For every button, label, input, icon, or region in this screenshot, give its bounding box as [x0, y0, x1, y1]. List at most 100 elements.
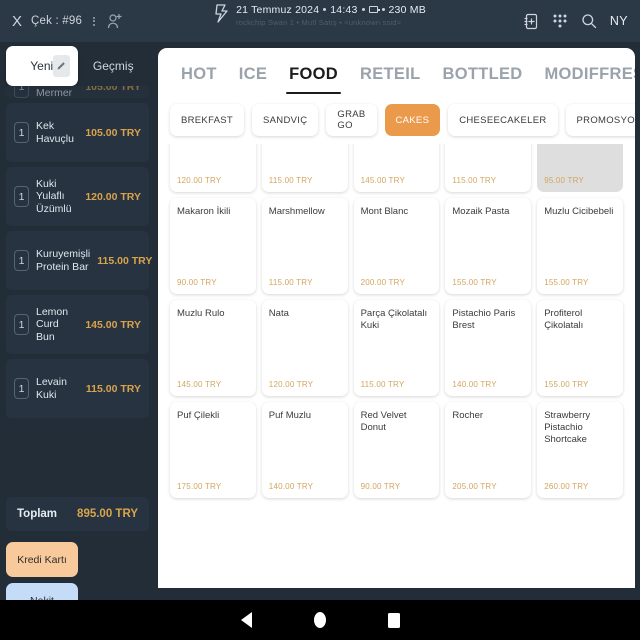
product-price: 145.00 TRY	[177, 380, 222, 389]
product-price: 175.00 TRY	[177, 482, 222, 491]
product-price: 200.00 TRY	[360, 278, 405, 287]
product-card[interactable]: Red Velvet Donut 90.00 TRY	[353, 402, 440, 498]
product-row: Puf Çilekli 175.00 TRY Puf Muzlu 140.00 …	[170, 402, 623, 498]
status-date: 21 Temmuz 2024	[236, 4, 320, 16]
more-vertical-icon[interactable]	[91, 16, 97, 26]
product-card[interactable]: Muzlu Cicibebeli 155.00 TRY	[537, 198, 623, 294]
list-item[interactable]: 1 Levain Kuki 115.00 TRY	[6, 359, 149, 418]
chip-promosyon[interactable]: PROMOSYON	[565, 104, 635, 136]
item-quantity[interactable]: 1	[14, 186, 29, 207]
item-quantity[interactable]: 1	[14, 314, 29, 335]
tab-bottled[interactable]: BOTTLED	[431, 48, 533, 100]
product-name: Marshmellow	[268, 206, 325, 217]
product-price: 115.00 TRY	[360, 380, 405, 389]
product-card[interactable]: Lemon Curd Bun 145.00 TRY	[353, 144, 440, 192]
order-sidebar: Yeni Geçmiş 1 Kek Mermer 105.00 TRY 1 Ke…	[0, 42, 155, 640]
list-item[interactable]: 1 Kek Havuçlu 105.00 TRY	[6, 103, 149, 162]
product-card[interactable]: Puf Çilekli 175.00 TRY	[170, 402, 256, 498]
product-card[interactable]: Mont Blanc 200.00 TRY	[353, 198, 440, 294]
chip-sandvic[interactable]: SANDVIÇ	[252, 104, 319, 136]
item-name: Kuki Yulaflı Üzümlü	[36, 178, 72, 215]
product-card[interactable]: Profiterol Çikolatalı 155.00 TRY	[537, 300, 623, 396]
add-person-icon[interactable]	[106, 12, 124, 30]
sidebar-tab-gecmis[interactable]: Geçmiş	[78, 46, 150, 86]
product-price: 155.00 TRY	[544, 278, 589, 287]
product-card[interactable]: Levain Kuki 115.00 TRY	[445, 144, 532, 192]
menu-panel: HOT ICE FOOD RETEIL BOTTLED MODIFFRES BR…	[155, 42, 640, 600]
apps-grid-icon[interactable]	[552, 13, 568, 30]
brand-logo-icon	[214, 4, 229, 23]
search-icon[interactable]	[581, 13, 597, 29]
item-quantity[interactable]: 1	[14, 122, 29, 143]
product-name: Mozaik Pasta	[452, 206, 510, 217]
product-card-selected[interactable]: Limonlu Kek 95.00 TRY	[537, 144, 623, 192]
list-item[interactable]: 1 Kuruyemişli Protein Bar 115.00 TRY	[6, 231, 152, 290]
nav-home-icon[interactable]	[313, 612, 326, 628]
list-item[interactable]: 1 Kek Mermer 105.00 TRY	[6, 86, 149, 98]
list-item[interactable]: 1 Kuki Yulaflı Üzümlü 120.00 TRY	[6, 167, 149, 226]
tab-modiffres[interactable]: MODIFFRES	[534, 48, 636, 100]
product-name: Strawberry Pistachio Shortcake	[544, 410, 591, 446]
pos-app-root: X Çek : #96 21 Temmuz 2024 14:43 230 MB ro…	[0, 0, 640, 640]
new-document-icon[interactable]	[524, 13, 539, 30]
product-row: Makaron İkili 90.00 TRY Marshmellow 115.…	[170, 198, 623, 294]
product-card[interactable]: Kuruyemişli Protein Bar 115.00 TRY	[261, 144, 348, 192]
product-price: 120.00 TRY	[177, 176, 222, 185]
pencil-icon[interactable]	[52, 55, 70, 77]
product-name: Makaron İkili	[177, 206, 231, 217]
nav-recents-icon[interactable]	[387, 612, 400, 628]
item-quantity[interactable]: 1	[14, 378, 29, 399]
product-card[interactable]: Mozaik Pasta 155.00 TRY	[445, 198, 532, 294]
item-name: Lemon Curd Bun	[36, 306, 69, 343]
product-card[interactable]: Nata 120.00 TRY	[261, 300, 348, 396]
product-name: Mont Blanc	[360, 206, 409, 217]
credit-card-button[interactable]: Kredi Kartı	[6, 542, 78, 577]
chip-cheseecakeler[interactable]: CHESEECAKELER	[448, 104, 558, 136]
sidebar-tab-yeni[interactable]: Yeni	[6, 46, 78, 86]
product-card[interactable]: Rocher 205.00 TRY	[445, 402, 532, 498]
item-name: Kuruyemişli Protein Bar	[36, 248, 91, 273]
tab-food[interactable]: FOOD	[278, 48, 349, 100]
memory-chip-icon	[368, 6, 380, 14]
product-card[interactable]: Muzlu Rulo 145.00 TRY	[170, 300, 256, 396]
cart-item-list[interactable]: 1 Kek Mermer 105.00 TRY 1 Kek Havuçlu 10…	[0, 86, 155, 492]
sidebar-tab-gecmis-label: Geçmiş	[92, 59, 134, 73]
product-card[interactable]: Makaron İkili 90.00 TRY	[170, 198, 256, 294]
product-card[interactable]: Pistachio Paris Brest 140.00 TRY	[445, 300, 532, 396]
list-item[interactable]: 1 Lemon Curd Bun 145.00 TRY	[6, 295, 149, 354]
item-price: 115.00 TRY	[85, 382, 141, 395]
product-card[interactable]: Kuki Yulaflı Üzümlü 120.00 TRY	[170, 144, 256, 192]
user-initials-badge[interactable]: NY	[610, 14, 628, 28]
product-name: Muzlu Cicibebeli	[544, 206, 614, 217]
item-quantity[interactable]: 1	[14, 86, 29, 98]
chip-grab-go[interactable]: GRAB GO	[326, 104, 377, 136]
product-price: 90.00 TRY	[360, 482, 401, 491]
item-name: Levain Kuki	[36, 376, 67, 401]
product-card[interactable]: Puf Muzlu 140.00 TRY	[261, 402, 348, 498]
chip-brekfast[interactable]: BREKFAST	[170, 104, 245, 136]
tab-hot[interactable]: HOT	[170, 48, 228, 100]
order-total-row: Toplam 895.00 TRY	[6, 497, 149, 531]
separator-dot	[381, 7, 385, 11]
chip-cakes[interactable]: CAKES	[384, 104, 441, 136]
product-card[interactable]: Parça Çikolatalı Kuki 115.00 TRY	[353, 300, 440, 396]
item-quantity[interactable]: 1	[14, 250, 29, 271]
product-name: Puf Muzlu	[268, 410, 312, 421]
product-card[interactable]: Marshmellow 115.00 TRY	[261, 198, 348, 294]
nav-back-icon[interactable]	[240, 612, 252, 628]
product-price: 145.00 TRY	[360, 176, 405, 185]
product-card[interactable]: Strawberry Pistachio Shortcake 260.00 TR…	[537, 402, 623, 498]
product-price: 115.00 TRY	[452, 176, 497, 185]
tab-ice[interactable]: ICE	[228, 48, 278, 100]
product-name: Profiterol Çikolatalı	[544, 308, 584, 332]
item-name: Kek Havuçlu	[36, 120, 74, 145]
close-icon[interactable]: X	[12, 14, 22, 29]
tab-reteil[interactable]: RETEIL	[349, 48, 431, 100]
category-tab-bar: HOT ICE FOOD RETEIL BOTTLED MODIFFRES	[158, 48, 635, 100]
product-name: Puf Çilekli	[177, 410, 220, 421]
check-number-label[interactable]: Çek : #96	[31, 15, 82, 27]
product-grid[interactable]: 105.00 TRY 105.00 TRY 100.00 TRY 90.00 T…	[158, 144, 635, 588]
product-name: Nata	[268, 308, 289, 319]
item-price: 145.00 TRY	[85, 318, 141, 331]
top-bar: X Çek : #96 21 Temmuz 2024 14:43 230 MB ro…	[0, 0, 640, 42]
